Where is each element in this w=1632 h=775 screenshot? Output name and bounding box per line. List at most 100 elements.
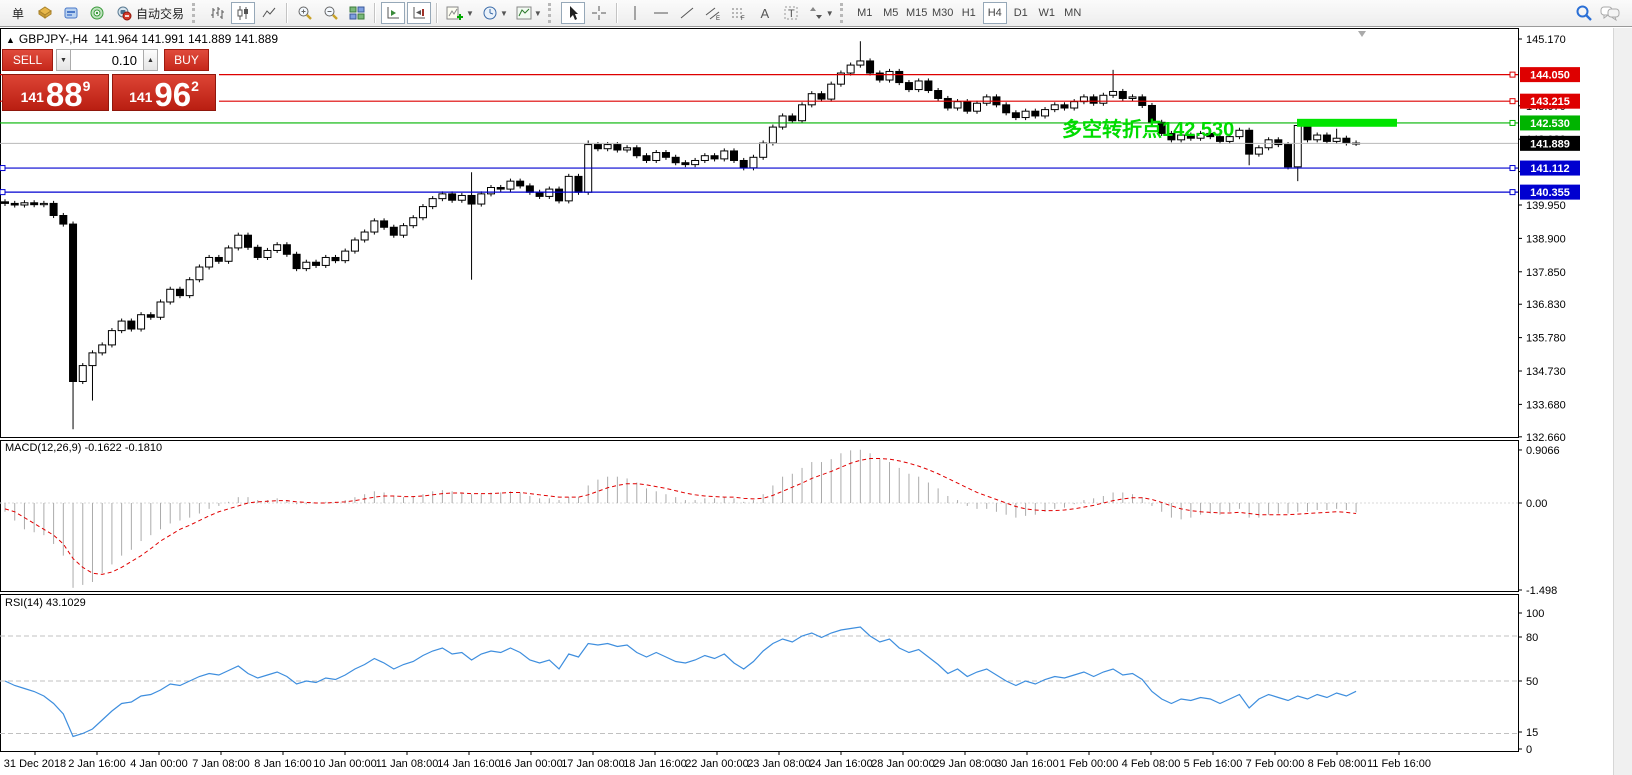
channel-icon[interactable]: E [701, 2, 725, 24]
date-tick-label[interactable]: 8 Jan 16:00 [254, 758, 312, 770]
toolbar-grip[interactable] [840, 3, 847, 23]
auto-scroll-icon[interactable] [381, 2, 405, 24]
date-tick-label[interactable]: 24 Jan 16:00 [809, 758, 873, 770]
line-anchor[interactable] [1510, 99, 1515, 104]
zoom-in-icon[interactable] [293, 2, 317, 24]
ask-price-button[interactable]: 141 96 2 [112, 74, 216, 111]
date-tick-label[interactable]: 4 Jan 00:00 [130, 758, 188, 770]
line-anchor[interactable] [1510, 72, 1515, 77]
search-icon[interactable] [1572, 2, 1596, 24]
timeframe-m5[interactable]: M5 [879, 2, 903, 24]
autotrading-button[interactable]: 自动交易 [111, 2, 189, 24]
bearish-candle [867, 61, 874, 73]
candlestick-icon[interactable] [231, 2, 255, 24]
bar-chart-icon[interactable] [205, 2, 229, 24]
buy-button[interactable]: BUY [164, 49, 209, 71]
crosshair-icon[interactable] [587, 2, 611, 24]
timeframe-m1[interactable]: M1 [853, 2, 877, 24]
bullish-candle [410, 218, 417, 226]
svg-text:F: F [741, 16, 745, 21]
price-chart[interactable]: 145.170143.070142.020141.000139.950138.9… [0, 28, 1632, 775]
date-tick-label[interactable]: 7 Feb 00:00 [1246, 758, 1305, 770]
tile-windows-icon[interactable] [345, 2, 369, 24]
bearish-candle [925, 81, 932, 91]
trading-platform-window: { "toolbar": { "left_partial_label": "单"… [0, 0, 1632, 775]
macd-indicator-label: MACD(12,26,9) -0.1622 -0.1810 [5, 442, 162, 454]
sell-button[interactable]: SELL [2, 49, 53, 71]
text-label-icon[interactable]: T [779, 2, 803, 24]
timeframe-h4[interactable]: H4 [983, 2, 1007, 24]
date-tick-label[interactable]: 2 Jan 16:00 [68, 758, 126, 770]
bullish-candle [857, 61, 864, 65]
bearish-candle [896, 71, 903, 82]
horizontal-line-icon[interactable] [649, 2, 673, 24]
date-tick-label[interactable]: 30 Jan 16:00 [995, 758, 1059, 770]
periods-button[interactable]: ▼ [479, 2, 511, 24]
timeframe-d1[interactable]: D1 [1009, 2, 1033, 24]
cursor-icon[interactable] [561, 2, 585, 24]
line-chart-icon[interactable] [257, 2, 281, 24]
main-pane[interactable] [1, 29, 1519, 438]
bullish-candle [206, 257, 213, 267]
bearish-candle [313, 262, 320, 265]
bullish-candle [196, 267, 203, 280]
date-tick-label[interactable]: 8 Feb 08:00 [1308, 758, 1367, 770]
text-icon[interactable]: A [753, 2, 777, 24]
date-tick-label[interactable]: 11 Feb 16:00 [1367, 758, 1431, 770]
chat-icon[interactable] [1598, 2, 1622, 24]
date-tick-label[interactable]: 17 Jan 08:00 [561, 758, 625, 770]
macd-pane[interactable] [1, 441, 1519, 592]
date-tick-label[interactable]: 10 Jan 00:00 [313, 758, 377, 770]
line-anchor[interactable] [1510, 166, 1515, 171]
volume-decrease-button[interactable]: ▼ [56, 49, 71, 71]
line-anchor[interactable] [1510, 190, 1515, 195]
marketwatch-icon[interactable] [59, 2, 83, 24]
vertical-line-icon[interactable] [623, 2, 647, 24]
navigator-icon[interactable] [85, 2, 109, 24]
bid-price-button[interactable]: 141 88 9 [2, 74, 109, 111]
volume-increase-button[interactable]: ▲ [143, 49, 158, 71]
timeframe-w1[interactable]: W1 [1035, 2, 1059, 24]
date-tick-label[interactable]: 5 Feb 16:00 [1184, 758, 1243, 770]
date-tick-label[interactable]: 14 Jan 16:00 [437, 758, 501, 770]
date-tick-label[interactable]: 7 Jan 08:00 [192, 758, 250, 770]
pivot-zone-rectangle[interactable] [1297, 119, 1397, 127]
line-anchor[interactable] [0, 190, 5, 195]
date-tick-label[interactable]: 11 Jan 08:00 [376, 758, 439, 770]
indicators-button[interactable]: ▼ [443, 2, 477, 24]
volume-input[interactable]: 0.10 [71, 49, 143, 71]
chart-title: ▲GBPJPY-,H4 141.964 141.991 141.889 141.… [6, 32, 278, 46]
rsi-pane[interactable] [1, 595, 1519, 752]
timeframe-m15[interactable]: M15 [905, 2, 929, 24]
bullish-candle [1042, 110, 1049, 116]
date-tick-label[interactable]: 29 Jan 08:00 [933, 758, 997, 770]
date-tick-label[interactable]: 22 Jan 00:00 [685, 758, 749, 770]
date-tick-label[interactable]: 16 Jan 00:00 [499, 758, 563, 770]
toolbar-grip[interactable] [548, 3, 555, 23]
date-tick-label[interactable]: 18 Jan 16:00 [623, 758, 687, 770]
date-tick-label[interactable]: 31 Dec 2018 [4, 758, 66, 770]
date-tick-label[interactable]: 28 Jan 00:00 [871, 758, 935, 770]
date-tick-label[interactable]: 4 Feb 08:00 [1122, 758, 1181, 770]
chart-shift-icon[interactable] [407, 2, 431, 24]
fibonacci-icon[interactable]: F [727, 2, 751, 24]
bearish-candle [147, 315, 154, 318]
macd-tick-label: -1.498 [1526, 585, 1557, 597]
arrows-icon [808, 5, 824, 21]
zoom-out-icon[interactable] [319, 2, 343, 24]
macd-tick-label: 0.9066 [1526, 445, 1560, 457]
toolbar-grip[interactable] [192, 3, 199, 23]
line-anchor[interactable] [0, 166, 5, 171]
collapse-panel-icon[interactable]: ▲ [6, 35, 15, 45]
new-order-button[interactable]: 单 [5, 2, 31, 24]
date-tick-label[interactable]: 1 Feb 00:00 [1060, 758, 1119, 770]
line-anchor[interactable] [1510, 120, 1515, 125]
new-order-icon[interactable] [33, 2, 57, 24]
arrows-button[interactable]: ▼ [805, 2, 837, 24]
trendline-icon[interactable] [675, 2, 699, 24]
date-tick-label[interactable]: 23 Jan 08:00 [747, 758, 811, 770]
timeframe-mn[interactable]: MN [1061, 2, 1085, 24]
templates-button[interactable]: ▼ [513, 2, 545, 24]
timeframe-m30[interactable]: M30 [931, 2, 955, 24]
timeframe-h1[interactable]: H1 [957, 2, 981, 24]
